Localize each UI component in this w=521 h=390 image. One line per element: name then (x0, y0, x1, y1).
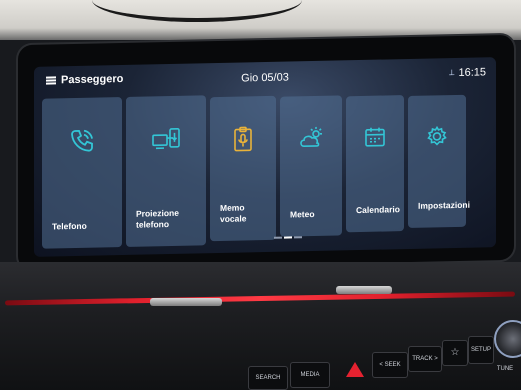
time-display: 16:15 (458, 66, 486, 79)
tile-calendario[interactable]: Calendario (346, 95, 404, 233)
connection-icon: ⟂ (449, 68, 455, 78)
media-key[interactable]: MEDIA (290, 362, 330, 388)
tile-proiezione-telefono[interactable]: Proiezione telefono (126, 95, 206, 247)
date-display: Gio 05/03 (241, 71, 289, 85)
vent-handle-left[interactable] (150, 298, 222, 306)
gear-icon (426, 125, 448, 152)
tile-label: Impostazioni (418, 199, 470, 211)
tile-telefono[interactable]: Telefono (42, 96, 122, 249)
seek-key[interactable]: < SEEK (372, 352, 408, 378)
star-icon: ☆ (450, 347, 460, 358)
page-dot (274, 236, 282, 239)
tile-impostazioni[interactable]: Impostazioni (408, 94, 470, 229)
infotainment-screen: Passeggero Gio 05/03 ⟂ 16:15 Telefono Pr… (34, 57, 496, 257)
app-grid: Telefono Proiezione telefono Memo vocale… (42, 89, 488, 249)
tile-meteo[interactable]: Meteo (280, 95, 342, 237)
setup-key[interactable]: SETUP (468, 336, 494, 364)
tile-label: Telefono (52, 220, 87, 232)
hazard-button[interactable] (346, 362, 364, 377)
tile-label: Proiezione telefono (136, 207, 179, 230)
voice-memo-icon (232, 126, 254, 157)
sticker-decoration (92, 0, 302, 22)
windshield-area (0, 0, 521, 40)
search-key[interactable]: SEARCH (248, 366, 288, 390)
calendar-icon (364, 125, 386, 152)
tile-label: Meteo (290, 208, 315, 220)
page-dot (294, 236, 302, 238)
clock: ⟂ 16:15 (449, 66, 486, 79)
phone-icon (69, 128, 95, 160)
tile-label: Calendario (356, 204, 400, 216)
phone-projection-icon (151, 126, 181, 158)
weather-icon (297, 126, 325, 156)
favorite-key[interactable]: ☆ (442, 340, 468, 366)
page-dot-active (284, 236, 292, 239)
tile-memo-vocale[interactable]: Memo vocale (210, 95, 276, 242)
vent-handle-right[interactable] (336, 286, 392, 294)
track-key[interactable]: TRACK > (408, 346, 442, 372)
tile-label: Memo vocale (220, 202, 247, 224)
tune-label: TUNE (496, 366, 514, 372)
